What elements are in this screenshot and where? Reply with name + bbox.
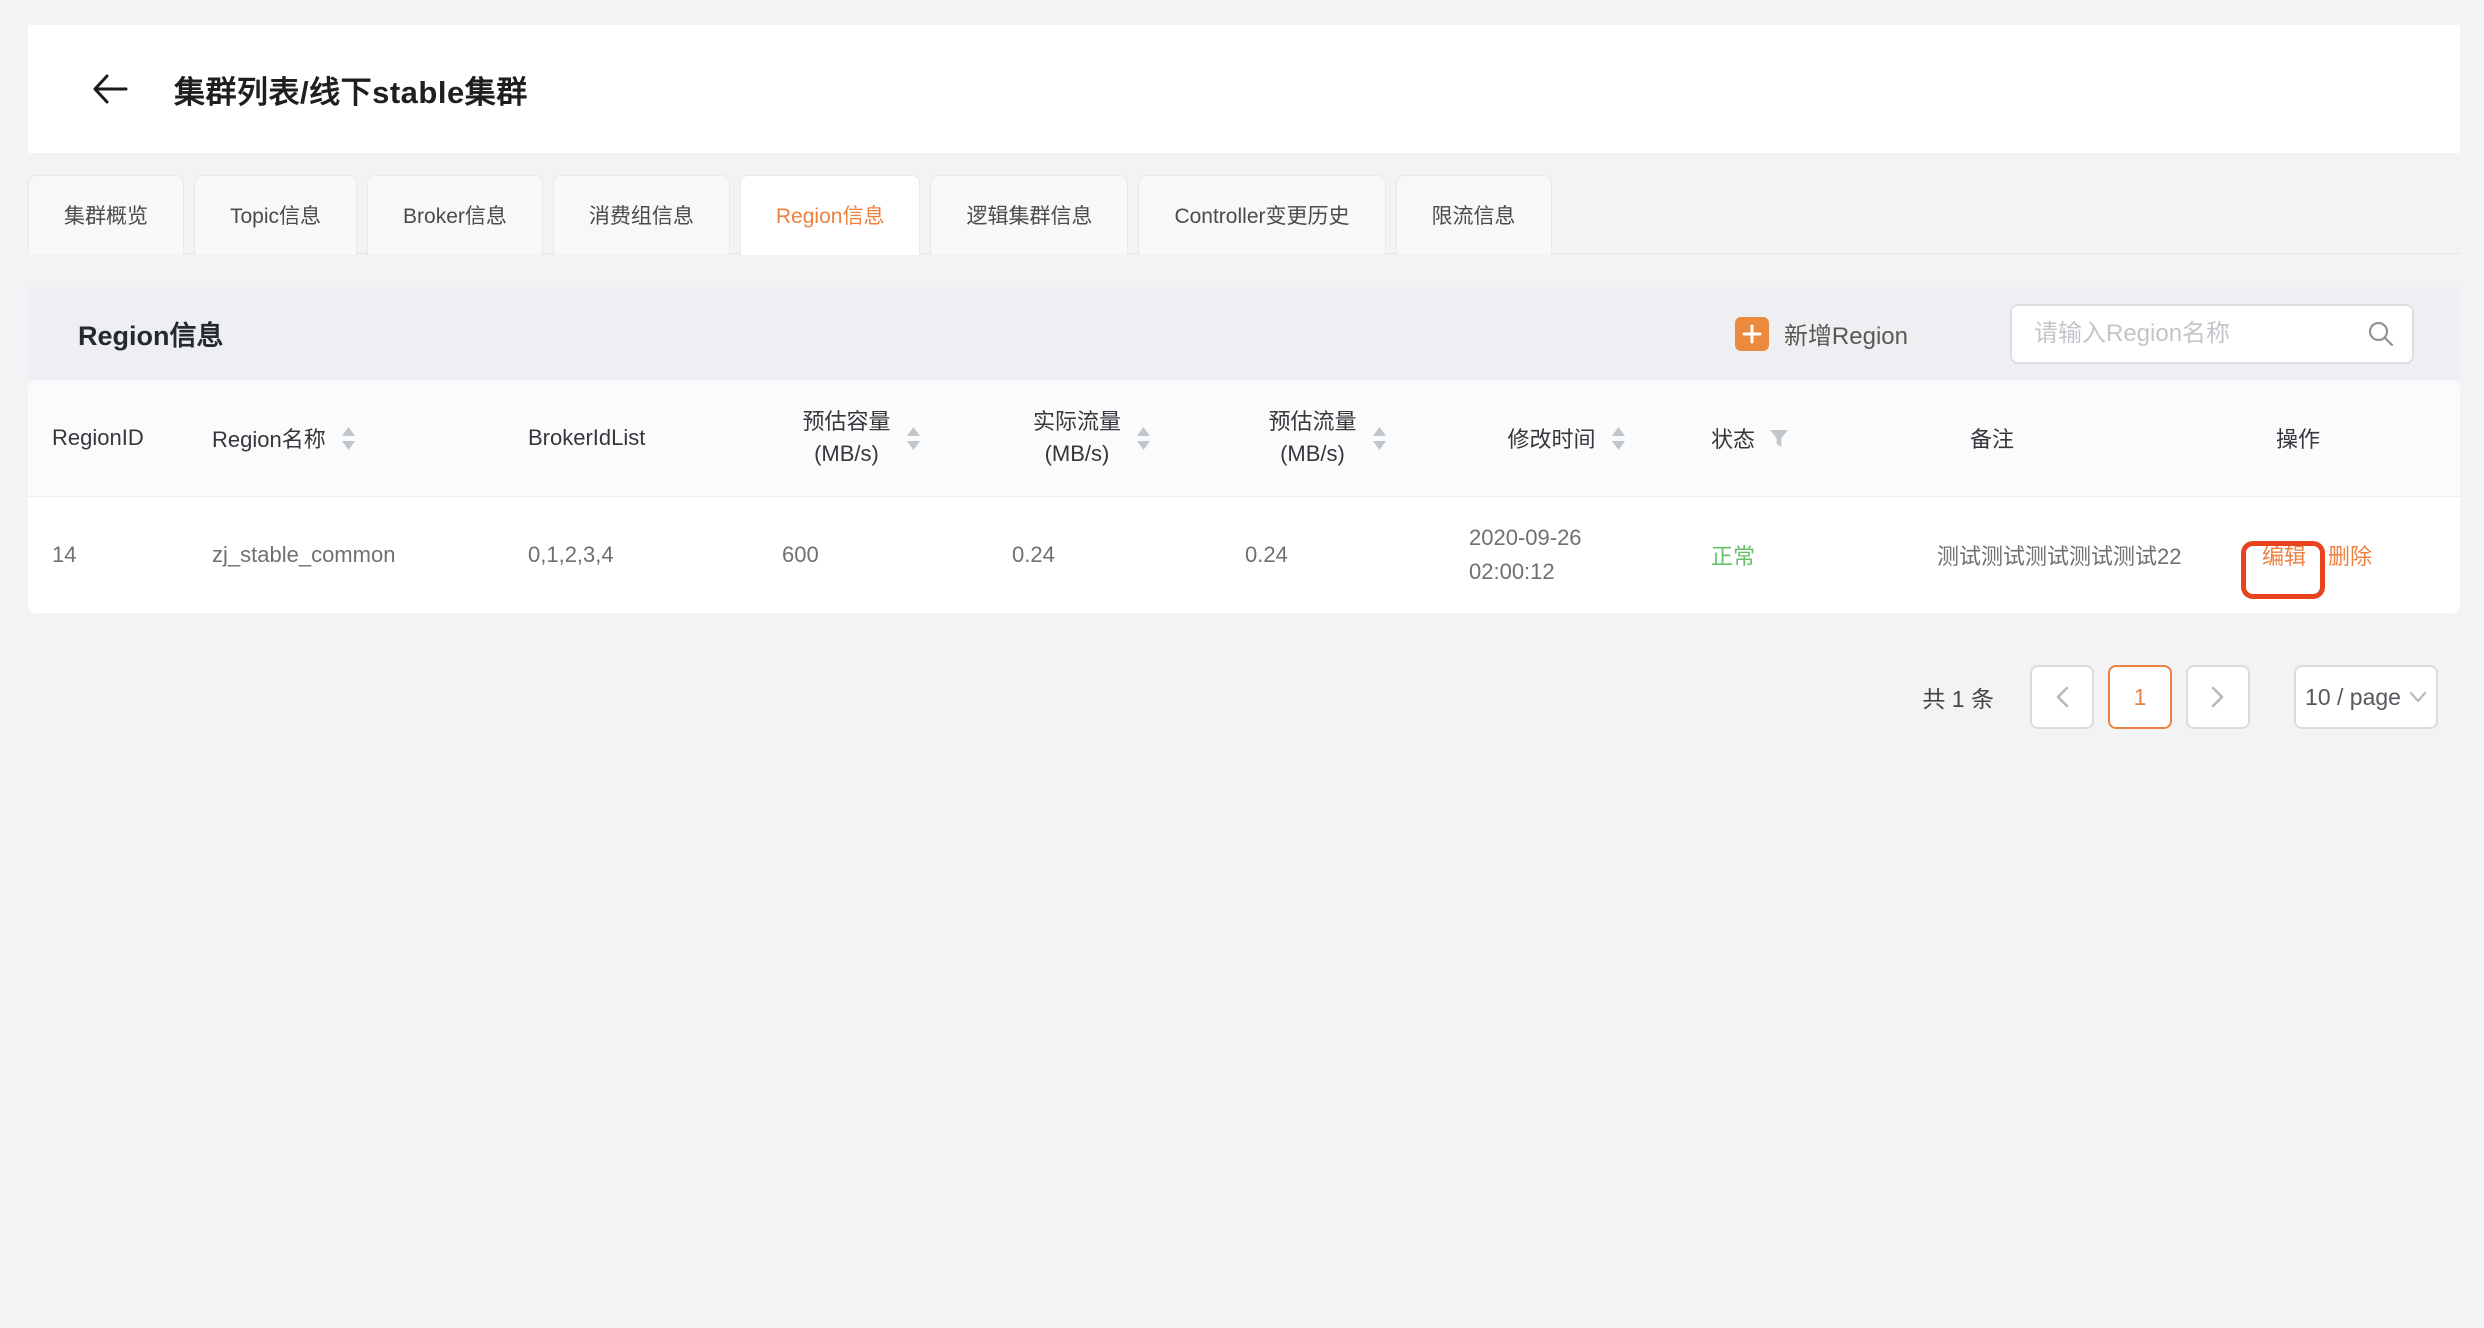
col-header-actual-traffic: 实际流量(MB/s) (974, 380, 1209, 496)
cell-remark: 测试测试测试测试测试22 (1913, 497, 2238, 613)
col-header-actions: 操作 (2238, 380, 2460, 496)
panel-title: Region信息 (78, 314, 224, 353)
status-badge: 正常 (1711, 539, 1755, 571)
cell-actions: 编辑 删除 (2238, 497, 2460, 613)
col-header-regionid: RegionID (28, 380, 188, 496)
col-header-estimated-capacity: 预估容量(MB/s) (748, 380, 974, 496)
delete-link[interactable]: 删除 (2328, 539, 2372, 571)
filter-funnel-icon[interactable] (1769, 429, 1789, 448)
page-title: 集群列表/线下stable集群 (174, 67, 528, 112)
region-table: RegionID Region名称 BrokerIdList 预估容量(MB/s… (28, 380, 2460, 613)
chevron-down-icon (2409, 691, 2427, 703)
arrow-left-icon (91, 73, 129, 105)
chevron-right-icon (2211, 686, 2225, 708)
tab-throttle-info[interactable]: 限流信息 (1396, 175, 1552, 254)
tab-region-info[interactable]: Region信息 (740, 175, 921, 254)
col-header-status: 状态 (1687, 380, 1913, 496)
panel-header: Region信息 新增Region (28, 287, 2460, 380)
tab-cluster-overview[interactable]: 集群概览 (28, 175, 184, 254)
page-size-label: 10 / page (2305, 684, 2401, 711)
pagination: 共 1 条 1 10 / page (1922, 664, 2438, 730)
cell-modified-time: 2020-09-2602:00:12 (1445, 497, 1687, 613)
col-header-estimated-traffic: 预估流量(MB/s) (1209, 380, 1445, 496)
cell-estimated-traffic: 0.24 (1209, 497, 1445, 613)
pagination-prev-button[interactable] (2030, 665, 2094, 729)
chevron-left-icon (2055, 686, 2069, 708)
tab-broker-info[interactable]: Broker信息 (367, 175, 543, 254)
cell-region-name: zj_stable_common (188, 497, 504, 613)
cell-brokeridlist: 0,1,2,3,4 (504, 497, 748, 613)
sort-icon[interactable] (1612, 427, 1625, 450)
pagination-next-button[interactable] (2186, 665, 2250, 729)
tab-topic-info[interactable]: Topic信息 (194, 175, 357, 254)
add-region-button[interactable]: 新增Region (1735, 316, 1908, 351)
tab-consumer-group-info[interactable]: 消费组信息 (553, 175, 730, 254)
cell-status: 正常 (1687, 497, 1913, 613)
edit-link[interactable]: 编辑 (2262, 539, 2306, 571)
col-header-modified-time: 修改时间 (1445, 380, 1687, 496)
col-header-region-name: Region名称 (188, 380, 504, 496)
plus-square-icon (1735, 317, 1769, 351)
sort-icon[interactable] (342, 427, 355, 450)
col-header-remark: 备注 (1913, 380, 2238, 496)
region-search-input[interactable] (2034, 320, 2367, 348)
pagination-total: 共 1 条 (1922, 680, 1994, 714)
page-size-select[interactable]: 10 / page (2294, 665, 2438, 729)
add-region-label: 新增Region (1784, 316, 1908, 351)
sort-icon[interactable] (1373, 427, 1386, 450)
pagination-page-1[interactable]: 1 (2108, 665, 2172, 729)
region-search-box (2010, 304, 2414, 364)
back-button[interactable] (90, 72, 130, 106)
sort-icon[interactable] (907, 427, 920, 450)
table-row: 14 zj_stable_common 0,1,2,3,4 600 0.24 0… (28, 497, 2460, 613)
table-header-row: RegionID Region名称 BrokerIdList 预估容量(MB/s… (28, 380, 2460, 497)
col-header-brokeridlist: BrokerIdList (504, 380, 748, 496)
tab-logical-cluster-info[interactable]: 逻辑集群信息 (930, 175, 1128, 254)
page-header: 集群列表/线下stable集群 (28, 25, 2460, 153)
cell-regionid: 14 (28, 497, 188, 613)
sort-icon[interactable] (1137, 427, 1150, 450)
page: 集群列表/线下stable集群 集群概览 Topic信息 Broker信息 消费… (0, 0, 2484, 1328)
cell-estimated-capacity: 600 (748, 497, 974, 613)
search-icon[interactable] (2367, 320, 2394, 347)
tabs-bar: 集群概览 Topic信息 Broker信息 消费组信息 Region信息 逻辑集… (28, 175, 2460, 254)
tab-controller-history[interactable]: Controller变更历史 (1138, 175, 1385, 254)
cell-actual-traffic: 0.24 (974, 497, 1209, 613)
